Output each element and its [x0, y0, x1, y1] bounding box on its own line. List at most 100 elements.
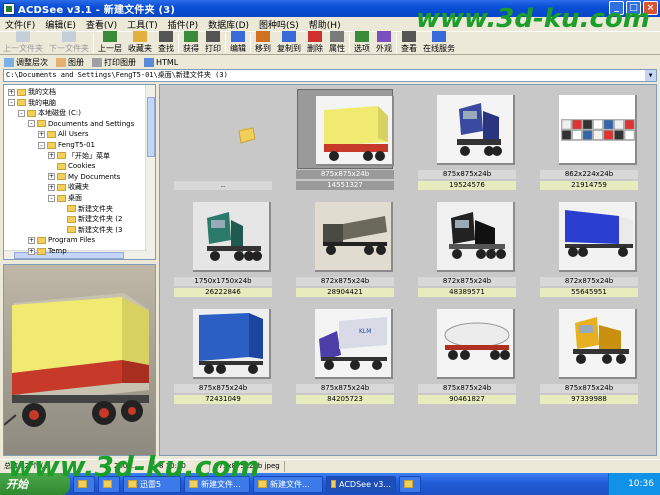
- truck-image: [315, 202, 393, 272]
- html-button[interactable]: HTML: [140, 57, 182, 67]
- tree-item[interactable]: + All Users: [38, 129, 89, 139]
- parent-folder-thumbnail[interactable]: ..: [166, 87, 280, 191]
- edit-button[interactable]: 编辑: [227, 31, 249, 54]
- forward-button[interactable]: 下一文件夹: [46, 31, 92, 54]
- delete-button[interactable]: 删除: [304, 31, 326, 54]
- tree-item[interactable]: + 「开始」菜单: [48, 151, 110, 161]
- tree-item-label: 新建文件夹 (3: [78, 225, 123, 234]
- image-thumbnail[interactable]: 862x224x24b 21914759: [532, 87, 646, 191]
- expand-toggle-icon[interactable]: +: [48, 152, 55, 160]
- expand-toggle-icon[interactable]: -: [8, 99, 15, 107]
- image-thumbnail[interactable]: 875x875x24b 90461827: [410, 301, 524, 405]
- tree-item[interactable]: + Program Files: [28, 235, 95, 245]
- expand-toggle-icon[interactable]: -: [48, 194, 55, 202]
- image-thumbnail[interactable]: 872x875x24b 55645951: [532, 194, 646, 298]
- window-icon: [331, 480, 336, 488]
- thumbnail-frame: [297, 196, 393, 276]
- truck-image: [193, 309, 271, 379]
- find-button[interactable]: 查找: [155, 31, 177, 54]
- acdsee-app-icon[interactable]: [3, 2, 15, 15]
- image-thumbnail[interactable]: 875x875x24b 97339988: [532, 301, 646, 405]
- taskbar-button[interactable]: ACDSee v3...: [326, 475, 396, 493]
- tree-item[interactable]: - Documents and Settings: [28, 119, 134, 129]
- thumbnail-filesize: 84205723: [296, 395, 394, 404]
- menu-tools[interactable]: 工具(T): [122, 18, 163, 31]
- expand-toggle-icon[interactable]: +: [48, 183, 55, 191]
- expand-toggle-icon[interactable]: +: [28, 247, 35, 255]
- tree-item[interactable]: + 收藏夹: [48, 182, 89, 192]
- expand-toggle-icon[interactable]: +: [48, 173, 55, 181]
- tree-item[interactable]: Cookies: [48, 161, 95, 171]
- folder-icon: [67, 205, 76, 213]
- acquire-button[interactable]: 获得: [180, 31, 202, 54]
- image-thumbnail[interactable]: 875x875x24b 14551327: [288, 87, 402, 191]
- image-thumbnail[interactable]: 875x875x24b 72431049: [166, 301, 280, 405]
- image-thumbnail[interactable]: 872x875x24b 48389571: [410, 194, 524, 298]
- address-bar[interactable]: C:\Documents and Settings\FengT5-01\桌面\新…: [3, 69, 657, 82]
- tree-item[interactable]: - 桌面: [48, 193, 82, 203]
- image-thumbnail[interactable]: 875x875x24b 19524576: [410, 87, 524, 191]
- folder-icon: [37, 236, 46, 244]
- taskbar-button[interactable]: [399, 475, 421, 493]
- expand-toggle-icon[interactable]: -: [18, 109, 25, 117]
- move-button[interactable]: 移到: [252, 31, 274, 54]
- tree-item[interactable]: + Temp: [28, 246, 67, 256]
- tree-item[interactable]: - FengT5-01: [38, 140, 95, 150]
- tree-item[interactable]: 新建文件夹: [58, 204, 113, 214]
- taskbar-button[interactable]: 新建文件...: [253, 475, 323, 493]
- thumbnail-frame: [419, 303, 515, 383]
- favorites-button[interactable]: 收藏夹: [125, 31, 155, 54]
- properties-button[interactable]: 属性: [326, 31, 348, 54]
- copy-button[interactable]: 复制到: [274, 31, 304, 54]
- menu-edit[interactable]: 编辑(E): [40, 18, 81, 31]
- menu-imagetools[interactable]: 图种吗(S): [254, 18, 304, 31]
- expand-toggle-icon[interactable]: +: [28, 236, 35, 244]
- tree-item[interactable]: - 我的电脑: [8, 98, 56, 108]
- image-thumbnail[interactable]: 1750x1750x24b 26222846: [166, 194, 280, 298]
- tree-item[interactable]: 新建文件夹 (3: [58, 225, 122, 235]
- print-button[interactable]: 打印: [202, 31, 224, 54]
- toolbar-separator: [396, 33, 397, 53]
- toolbar-separator: [250, 33, 251, 53]
- toolbar-separator: [349, 33, 350, 53]
- appearance-button[interactable]: 外观: [373, 31, 395, 54]
- image-thumbnail[interactable]: 872x875x24b 28904421: [288, 194, 402, 298]
- print-album-button[interactable]: 打印图册: [88, 57, 140, 68]
- image-thumbnail[interactable]: KLM 875x875x24b 84205723: [288, 301, 402, 405]
- expand-toggle-icon[interactable]: +: [38, 130, 45, 138]
- menu-plugins[interactable]: 插件(P): [163, 18, 203, 31]
- expand-toggle-icon[interactable]: +: [8, 88, 15, 96]
- folder-icon: [57, 183, 66, 191]
- album-button[interactable]: 图册: [52, 57, 88, 68]
- tree-item-label: All Users: [58, 130, 89, 139]
- chevron-down-icon[interactable]: ▼: [645, 70, 656, 81]
- thumbnail-filesize: 21914759: [540, 181, 638, 190]
- menu-file[interactable]: 文件(F): [0, 18, 40, 31]
- folder-icon: [57, 194, 66, 202]
- tree-vertical-scrollbar[interactable]: [145, 85, 155, 259]
- tree-horizontal-scrollbar[interactable]: [4, 250, 147, 259]
- view-button[interactable]: 查看: [398, 31, 420, 54]
- online-button[interactable]: 在线服务: [420, 31, 458, 54]
- folder-tree[interactable]: + 我的文档 - 我的电脑 - 本地磁盘 (C:) - Documents and Setti…: [3, 84, 156, 260]
- expand-toggle-icon[interactable]: -: [38, 141, 45, 149]
- back-button[interactable]: 上一文件夹: [0, 31, 46, 54]
- thumbnail-filesize: 48389571: [418, 288, 516, 297]
- tree-item-label: 桌面: [68, 194, 82, 202]
- tree-item[interactable]: + 我的文档: [8, 87, 56, 97]
- tree-item[interactable]: + My Documents: [48, 172, 120, 182]
- expand-toggle-icon[interactable]: -: [28, 120, 35, 128]
- folder-icon: [37, 120, 46, 128]
- menu-view[interactable]: 查看(V): [81, 18, 122, 31]
- thumbnail-view[interactable]: .. 875x875x24b 14551327 875x875x24b 19524576…: [159, 84, 657, 456]
- tree-item-label: Cookies: [68, 162, 96, 171]
- adjust-levels-button[interactable]: 调整层次: [0, 57, 52, 68]
- thumbnail-filesize: 90461827: [418, 395, 516, 404]
- tree-item-label: 我的文档: [28, 88, 56, 96]
- tree-item[interactable]: - 本地磁盘 (C:): [18, 108, 81, 118]
- up-button[interactable]: 上一层: [95, 31, 125, 54]
- tree-item[interactable]: 新建文件夹 (2: [58, 214, 122, 224]
- options-button[interactable]: 选项: [351, 31, 373, 54]
- menu-help[interactable]: 帮助(H): [304, 18, 346, 31]
- menu-database[interactable]: 数据库(D): [203, 18, 254, 31]
